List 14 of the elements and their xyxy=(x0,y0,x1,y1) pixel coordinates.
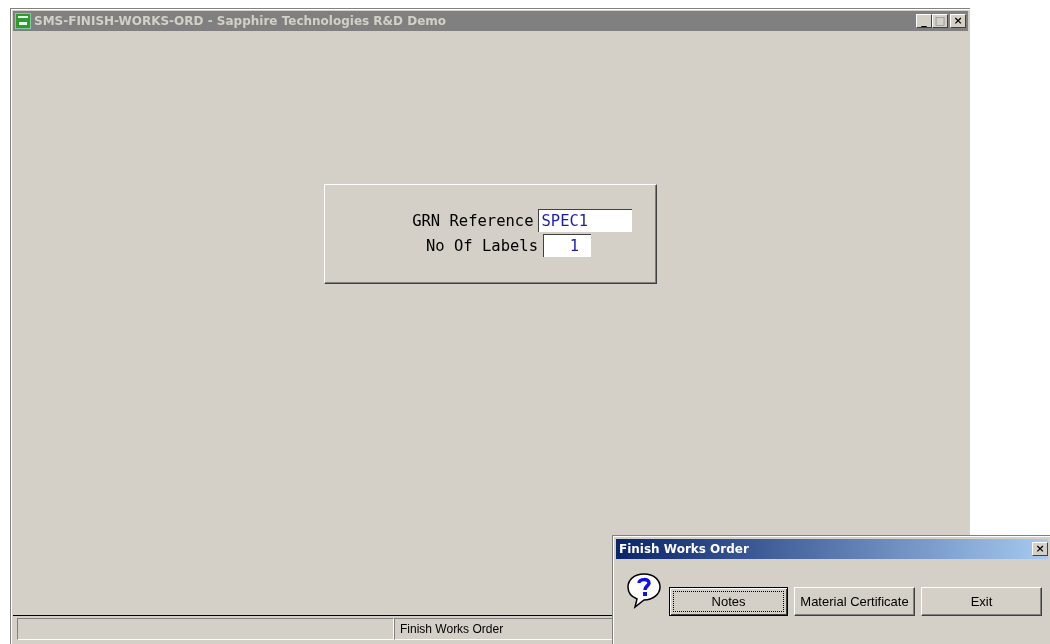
field-label: No Of Labels xyxy=(425,236,538,255)
dialog-button[interactable]: Notes xyxy=(669,587,788,616)
question-icon xyxy=(625,571,663,609)
close-button[interactable]: × xyxy=(950,14,966,28)
dialog-button[interactable]: Exit xyxy=(921,587,1042,616)
input-field[interactable]: 1 xyxy=(543,234,591,257)
dialog-button[interactable]: Material Certificate xyxy=(794,587,915,616)
input-field[interactable]: SPEC1 xyxy=(538,209,632,232)
window-title: SMS-FINISH-WORKS-ORD - Sapphire Technologies R&D Demo xyxy=(34,14,448,28)
field-label: GRN Reference xyxy=(411,211,534,230)
dialog-title: Finish Works Order xyxy=(619,542,750,556)
app-icon xyxy=(15,13,31,29)
minimize-button[interactable]: _ xyxy=(916,14,932,28)
close-button[interactable]: × xyxy=(1032,542,1048,556)
